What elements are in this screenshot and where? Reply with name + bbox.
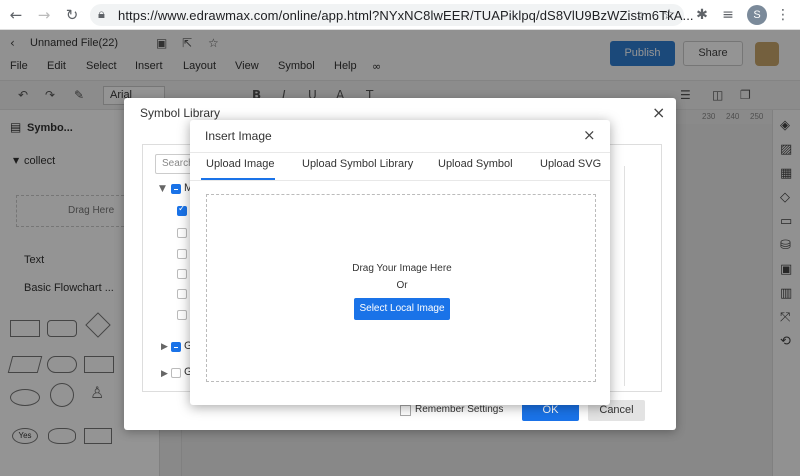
tree-child-checkbox[interactable] <box>177 289 187 299</box>
profile-avatar[interactable]: S <box>747 5 767 25</box>
insert-image-dialog: Insert Image × Upload Image Upload Symbo… <box>190 120 610 405</box>
divider <box>190 152 610 153</box>
drag-image-label: Drag Your Image Here <box>352 263 452 274</box>
tree-checkbox-partial[interactable] <box>171 184 181 194</box>
reading-list-icon[interactable]: ≡ <box>719 5 737 25</box>
or-label: Or <box>396 280 408 291</box>
library-search-input[interactable]: Search <box>155 154 195 174</box>
more-menu-icon[interactable]: ⋮ <box>774 5 792 25</box>
remember-settings-label: Remember Settings <box>415 404 504 415</box>
tree-child-checkbox[interactable] <box>177 204 187 216</box>
lock-icon: 🔒︎ <box>98 7 105 22</box>
symbol-library-title: Symbol Library <box>140 106 221 120</box>
tab-upload-symbol[interactable]: Upload Symbol <box>438 158 513 170</box>
bookmark-star-icon[interactable]: ☆ <box>660 5 678 25</box>
remember-settings-checkbox[interactable] <box>400 405 411 416</box>
image-drop-zone[interactable]: Drag Your Image Here Or Select Local Ima… <box>206 194 596 382</box>
tabs-divider <box>190 180 610 181</box>
tree-expand-icon[interactable]: ▼ <box>159 184 166 194</box>
tree-child-checkbox[interactable] <box>177 269 187 279</box>
zoom-icon[interactable]: ⌕ <box>632 5 650 25</box>
reload-icon[interactable]: ↻ <box>62 5 82 25</box>
address-bar[interactable]: 🔒︎ https://www.edrawmax.com/online/app.h… <box>90 4 694 26</box>
back-arrow-icon[interactable]: ← <box>6 5 26 25</box>
select-local-image-button[interactable]: Select Local Image <box>354 298 450 320</box>
tab-upload-symbol-library[interactable]: Upload Symbol Library <box>302 158 413 170</box>
insert-image-title: Insert Image <box>205 129 272 143</box>
close-icon[interactable]: × <box>652 103 665 122</box>
tree-checkbox-partial[interactable] <box>171 342 181 352</box>
close-icon[interactable]: × <box>583 126 596 144</box>
forward-arrow-icon[interactable]: → <box>34 5 54 25</box>
tree-collapsed-icon[interactable]: ▶ <box>161 369 168 379</box>
tree-child-checkbox[interactable] <box>177 310 187 320</box>
extensions-icon[interactable]: ✱ <box>693 5 711 25</box>
url-text: https://www.edrawmax.com/online/app.html… <box>118 8 694 23</box>
active-tab-indicator <box>201 178 275 180</box>
tab-upload-image[interactable]: Upload Image <box>206 158 275 170</box>
tab-upload-svg[interactable]: Upload SVG <box>540 158 601 170</box>
tree-child-checkbox[interactable] <box>177 228 187 238</box>
tree-collapsed-icon[interactable]: ▶ <box>161 342 168 352</box>
tree-child-checkbox[interactable] <box>177 249 187 259</box>
tree-checkbox[interactable] <box>171 368 181 378</box>
browser-toolbar: ← → ↻ 🔒︎ https://www.edrawmax.com/online… <box>0 0 800 30</box>
library-preview-pane <box>624 166 646 386</box>
